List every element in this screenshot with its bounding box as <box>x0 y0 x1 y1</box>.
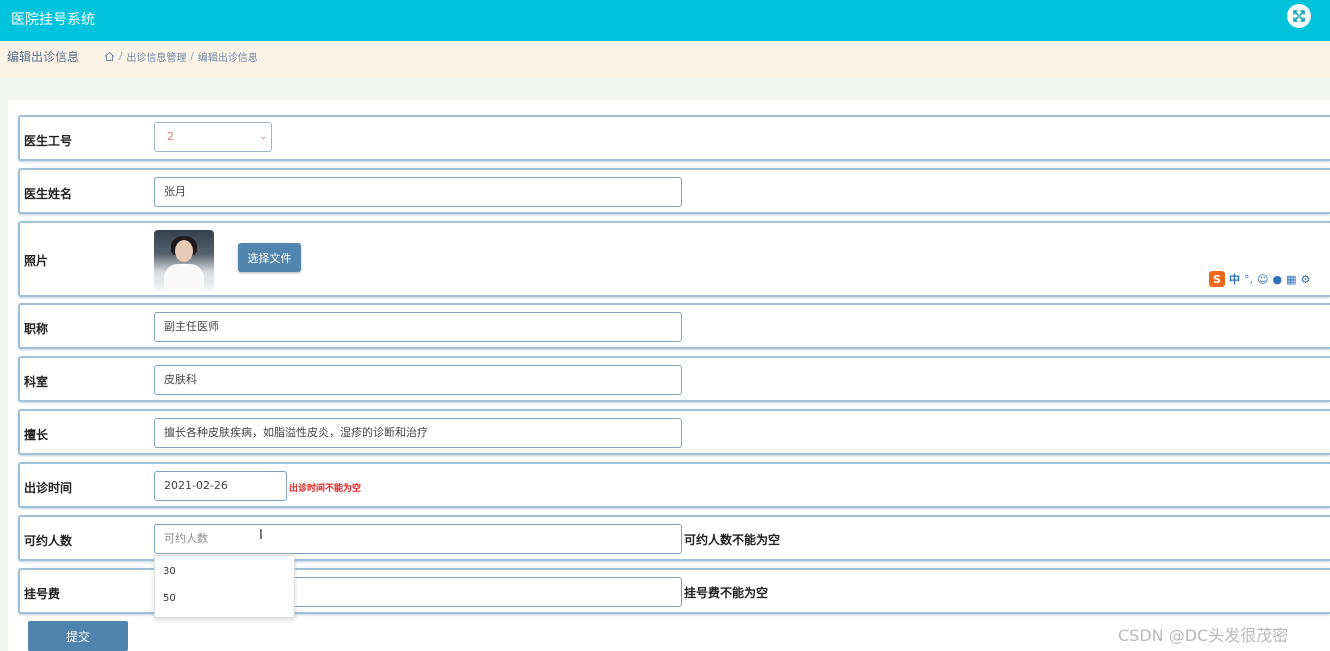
form-row-visit-time: 出诊时间 2021-02-26 出诊时间不能为空 <box>18 462 1330 508</box>
breadcrumb-item-visit-management[interactable]: 出诊信息管理 <box>126 49 186 64</box>
breadcrumb-separator: / <box>119 51 123 62</box>
ime-toolbar[interactable]: S 中 °, ☺ ● ▦ ⚙ <box>1205 270 1315 288</box>
doctor-photo <box>154 230 214 290</box>
ime-mode[interactable]: 中 <box>1229 271 1240 287</box>
capacity-suggestions: 30 50 <box>154 555 295 618</box>
specialty-input[interactable]: 擅长各种皮肤疾病，如脂溢性皮炎，湿疹的诊断和治疗 <box>154 418 682 448</box>
capacity-input[interactable]: 可约人数 <box>154 524 682 554</box>
watermark: CSDN @DC头发很茂密 <box>1118 626 1289 645</box>
suggestion-item[interactable]: 30 <box>163 566 176 577</box>
capacity-label: 可约人数 <box>24 534 73 548</box>
app-title: 医院挂号系统 <box>11 12 95 28</box>
choose-file-button[interactable]: 选择文件 <box>238 243 301 272</box>
department-input[interactable]: 皮肤科 <box>154 365 682 395</box>
close-button[interactable] <box>1287 4 1311 28</box>
visit-time-input[interactable]: 2021-02-26 <box>154 471 287 501</box>
doctor-name-label: 医生姓名 <box>24 187 73 201</box>
form-row-doctor-id: 医生工号 2 ⌄ <box>18 115 1330 161</box>
title-label: 职称 <box>24 322 49 336</box>
doctor-id-label: 医生工号 <box>24 134 73 148</box>
photo-label: 照片 <box>24 254 49 268</box>
doctor-id-select[interactable]: 2 ⌄ <box>154 122 272 152</box>
visit-time-label: 出诊时间 <box>24 481 73 495</box>
title-input[interactable]: 副主任医师 <box>154 312 682 342</box>
settings-icon[interactable]: ⚙ <box>1300 273 1310 286</box>
visit-time-error: 出诊时间不能为空 <box>289 484 362 494</box>
doctor-name-input[interactable]: 张月 <box>154 177 682 207</box>
capacity-error: 可约人数不能为空 <box>684 533 781 547</box>
fee-label: 挂号费 <box>24 587 61 601</box>
emoji-icon[interactable]: ☺ <box>1257 273 1268 286</box>
breadcrumb-item-edit-visit: 编辑出诊信息 <box>197 53 258 64</box>
form-row-specialty: 擅长 擅长各种皮肤疾病，如脂溢性皮炎，湿疹的诊断和治疗 <box>18 409 1330 455</box>
form-row-title: 职称 副主任医师 <box>18 303 1330 349</box>
form-row-department: 科室 皮肤科 <box>18 356 1330 402</box>
suggestion-item[interactable]: 50 <box>163 593 176 604</box>
breadcrumb: / 出诊信息管理 / 编辑出诊信息 <box>104 49 258 64</box>
text-cursor-icon: I <box>259 528 263 543</box>
keyboard-icon[interactable]: ▦ <box>1286 273 1296 286</box>
form-row-photo: 照片 选择文件 <box>18 221 1330 297</box>
home-icon[interactable] <box>104 51 115 62</box>
department-label: 科室 <box>24 375 49 389</box>
ime-logo: S <box>1209 271 1225 287</box>
chevron-down-icon: ⌄ <box>259 132 267 142</box>
doctor-id-value: 2 <box>167 130 174 143</box>
close-x-icon <box>1293 10 1305 22</box>
breadcrumb-separator: / <box>190 51 194 62</box>
microphone-icon[interactable]: ● <box>1272 273 1282 286</box>
form-row-doctor-name: 医生姓名 张月 <box>18 168 1330 214</box>
top-bar: 医院挂号系统 <box>0 0 1330 41</box>
fee-error: 挂号费不能为空 <box>684 586 769 600</box>
punctuation-icon[interactable]: °, <box>1244 273 1253 286</box>
breadcrumb-bar: 编辑出诊信息 / 出诊信息管理 / 编辑出诊信息 <box>0 41 1330 79</box>
submit-button[interactable]: 提交 <box>28 621 128 651</box>
page-title: 编辑出诊信息 <box>7 50 80 64</box>
specialty-label: 擅长 <box>24 428 49 442</box>
